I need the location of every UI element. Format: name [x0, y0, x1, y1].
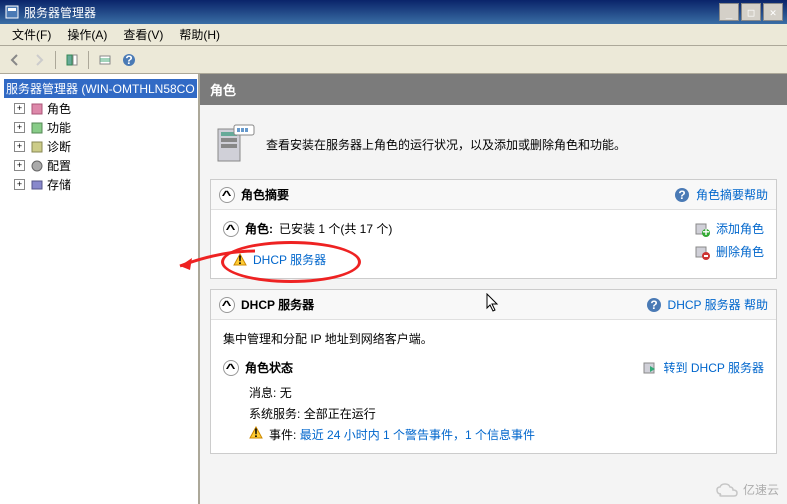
- dhcp-role-entry[interactable]: ! DHCP 服务器: [233, 251, 684, 268]
- cloud-icon: [715, 482, 739, 498]
- maximize-button[interactable]: □: [741, 3, 761, 21]
- tree-storage[interactable]: +存储: [2, 175, 196, 194]
- status-services: 系统服务: 全部正在运行: [249, 405, 632, 422]
- remove-role-link[interactable]: 删除角色: [694, 243, 764, 260]
- toolbar: ?: [0, 46, 787, 74]
- minimize-button[interactable]: _: [719, 3, 739, 21]
- collapse-button[interactable]: ^: [223, 360, 239, 376]
- expander-icon[interactable]: +: [14, 141, 25, 152]
- summary-help-link[interactable]: ? 角色摘要帮助: [674, 186, 768, 203]
- watermark: 亿速云: [715, 481, 779, 498]
- tree-roles[interactable]: +角色: [2, 99, 196, 118]
- properties-button[interactable]: [94, 49, 116, 71]
- intro-section: 查看安装在服务器上角色的运行状况，以及添加或删除角色和功能。: [210, 115, 777, 179]
- status-messages: 消息: 无: [249, 384, 632, 401]
- back-button[interactable]: [4, 49, 26, 71]
- remove-role-icon: [694, 244, 710, 260]
- menubar: 文件(F) 操作(A) 查看(V) 帮助(H): [0, 24, 787, 46]
- expander-icon[interactable]: +: [14, 103, 25, 114]
- menu-view[interactable]: 查看(V): [115, 24, 171, 45]
- features-icon: [29, 120, 45, 136]
- dhcp-help-link[interactable]: ? DHCP 服务器 帮助: [646, 296, 768, 313]
- content-area: 角色 查看安装在服务器上角色的运行状况，以及添加或删除角色和功能。 ^ 角色摘要…: [200, 74, 787, 504]
- svg-text:!: !: [238, 253, 242, 267]
- tree-panel: 服务器管理器 (WIN-OMTHLN58CO +角色 +功能 +诊断 +配置 +…: [0, 74, 200, 504]
- roles-count-header[interactable]: ^ 角色: 已安装 1 个(共 17 个): [223, 220, 684, 237]
- help-button[interactable]: ?: [118, 49, 140, 71]
- collapse-button[interactable]: ^: [223, 221, 239, 237]
- tree-root[interactable]: 服务器管理器 (WIN-OMTHLN58CO: [2, 78, 196, 99]
- menu-help[interactable]: 帮助(H): [171, 24, 228, 45]
- dhcp-description: 集中管理和分配 IP 地址到网络客户端。: [223, 330, 764, 347]
- menu-file[interactable]: 文件(F): [4, 24, 59, 45]
- svg-text:!: !: [254, 426, 258, 440]
- status-events[interactable]: ! 事件: 最近 24 小时内 1 个警告事件，1 个信息事件: [249, 426, 632, 443]
- config-icon: [29, 158, 45, 174]
- forward-button[interactable]: [28, 49, 50, 71]
- help-icon: ?: [646, 297, 662, 313]
- menu-action[interactable]: 操作(A): [59, 24, 115, 45]
- refresh-button[interactable]: [61, 49, 83, 71]
- tree-features[interactable]: +功能: [2, 118, 196, 137]
- titlebar: 服务器管理器 _ □ ✕: [0, 0, 787, 24]
- warning-icon: !: [249, 426, 263, 440]
- expander-icon[interactable]: +: [14, 160, 25, 171]
- dhcp-panel: ^ DHCP 服务器 ? DHCP 服务器 帮助 集中管理和分配 IP 地址到网…: [210, 289, 777, 454]
- intro-text: 查看安装在服务器上角色的运行状况，以及添加或删除角色和功能。: [266, 136, 626, 153]
- expander-icon[interactable]: +: [14, 179, 25, 190]
- svg-text:+: +: [702, 225, 709, 237]
- server-big-icon: [214, 123, 256, 165]
- separator: [55, 51, 56, 69]
- window-title: 服务器管理器: [24, 4, 96, 21]
- goto-dhcp-link[interactable]: 转到 DHCP 服务器: [642, 359, 764, 376]
- diagnostics-icon: [29, 139, 45, 155]
- svg-text:?: ?: [125, 53, 132, 67]
- tree-config[interactable]: +配置: [2, 156, 196, 175]
- expander-icon[interactable]: +: [14, 122, 25, 133]
- tree-diagnostics[interactable]: +诊断: [2, 137, 196, 156]
- help-icon: ?: [674, 187, 690, 203]
- collapse-button[interactable]: ^: [219, 297, 235, 313]
- content-header: 角色: [200, 74, 787, 105]
- goto-icon: [642, 360, 658, 376]
- separator: [88, 51, 89, 69]
- summary-title: 角色摘要: [241, 186, 289, 203]
- close-button[interactable]: ✕: [763, 3, 783, 21]
- svg-text:?: ?: [650, 298, 657, 312]
- collapse-button[interactable]: ^: [219, 187, 235, 203]
- svg-text:?: ?: [678, 188, 685, 202]
- roles-summary-panel: ^ 角色摘要 ? 角色摘要帮助 ^ 角色: 已安装: [210, 179, 777, 279]
- role-status-header[interactable]: ^ 角色状态: [223, 359, 632, 376]
- dhcp-title: DHCP 服务器: [241, 296, 314, 313]
- storage-icon: [29, 177, 45, 193]
- warning-icon: !: [233, 253, 247, 267]
- roles-icon: [29, 101, 45, 117]
- add-role-link[interactable]: + 添加角色: [694, 220, 764, 237]
- add-role-icon: +: [694, 221, 710, 237]
- app-icon: [4, 4, 20, 20]
